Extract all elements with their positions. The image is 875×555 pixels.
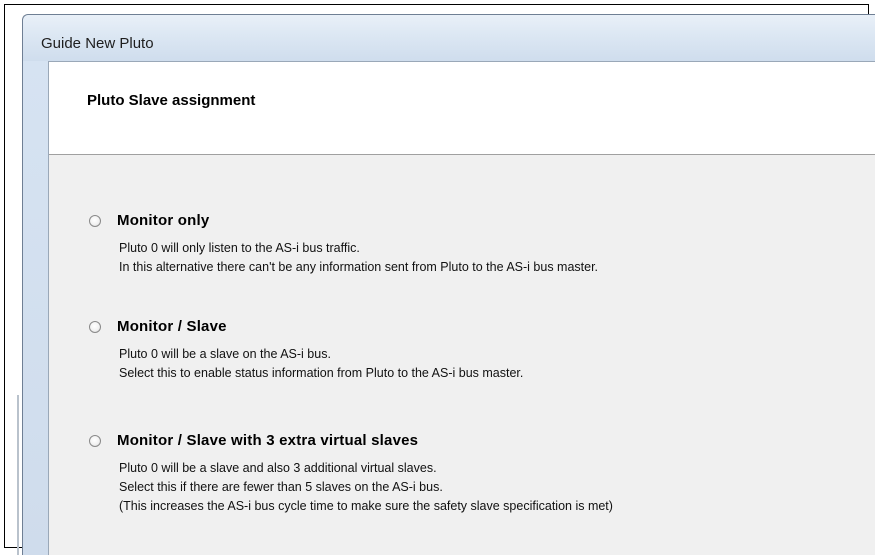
wizard-header: Pluto Slave assignment xyxy=(49,62,875,155)
option-row[interactable]: Monitor / Slave with 3 extra virtual sla… xyxy=(89,432,613,449)
option-row[interactable]: Monitor only xyxy=(89,212,598,229)
option-monitor-slave: Monitor / Slave Pluto 0 will be a slave … xyxy=(89,318,523,383)
radio-monitor-slave[interactable] xyxy=(89,320,101,333)
option-row[interactable]: Monitor / Slave xyxy=(89,318,523,335)
option-label[interactable]: Monitor only xyxy=(117,212,209,229)
description-line: Select this to enable status information… xyxy=(119,366,524,380)
option-description: Pluto 0 will be a slave and also 3 addit… xyxy=(119,459,613,516)
option-monitor-only: Monitor only Pluto 0 will only listen to… xyxy=(89,212,598,277)
dialog-window: Guide New Pluto Pluto Slave assignment M… xyxy=(17,14,875,555)
wizard-body: Pluto Slave assignment Monitor only Plut… xyxy=(48,61,875,555)
option-monitor-slave-virtual: Monitor / Slave with 3 extra virtual sla… xyxy=(89,432,613,516)
description-line: Pluto 0 will be a slave on the AS-i bus. xyxy=(119,347,331,361)
description-line: (This increases the AS-i bus cycle time … xyxy=(119,499,613,513)
radio-monitor-slave-virtual[interactable] xyxy=(89,434,101,447)
description-line: Select this if there are fewer than 5 sl… xyxy=(119,480,443,494)
option-description: Pluto 0 will be a slave on the AS-i bus.… xyxy=(119,345,523,383)
radio-monitor-only[interactable] xyxy=(89,214,101,227)
description-line: Pluto 0 will be a slave and also 3 addit… xyxy=(119,461,437,475)
option-label[interactable]: Monitor / Slave xyxy=(117,318,227,335)
option-label[interactable]: Monitor / Slave with 3 extra virtual sla… xyxy=(117,432,418,449)
description-line: In this alternative there can't be any i… xyxy=(119,260,599,274)
title-bar[interactable]: Guide New Pluto xyxy=(23,15,875,61)
window-title: Guide New Pluto xyxy=(41,35,154,52)
page-title: Pluto Slave assignment xyxy=(87,92,256,109)
description-line: Pluto 0 will only listen to the AS-i bus… xyxy=(119,241,360,255)
option-description: Pluto 0 will only listen to the AS-i bus… xyxy=(119,239,598,277)
